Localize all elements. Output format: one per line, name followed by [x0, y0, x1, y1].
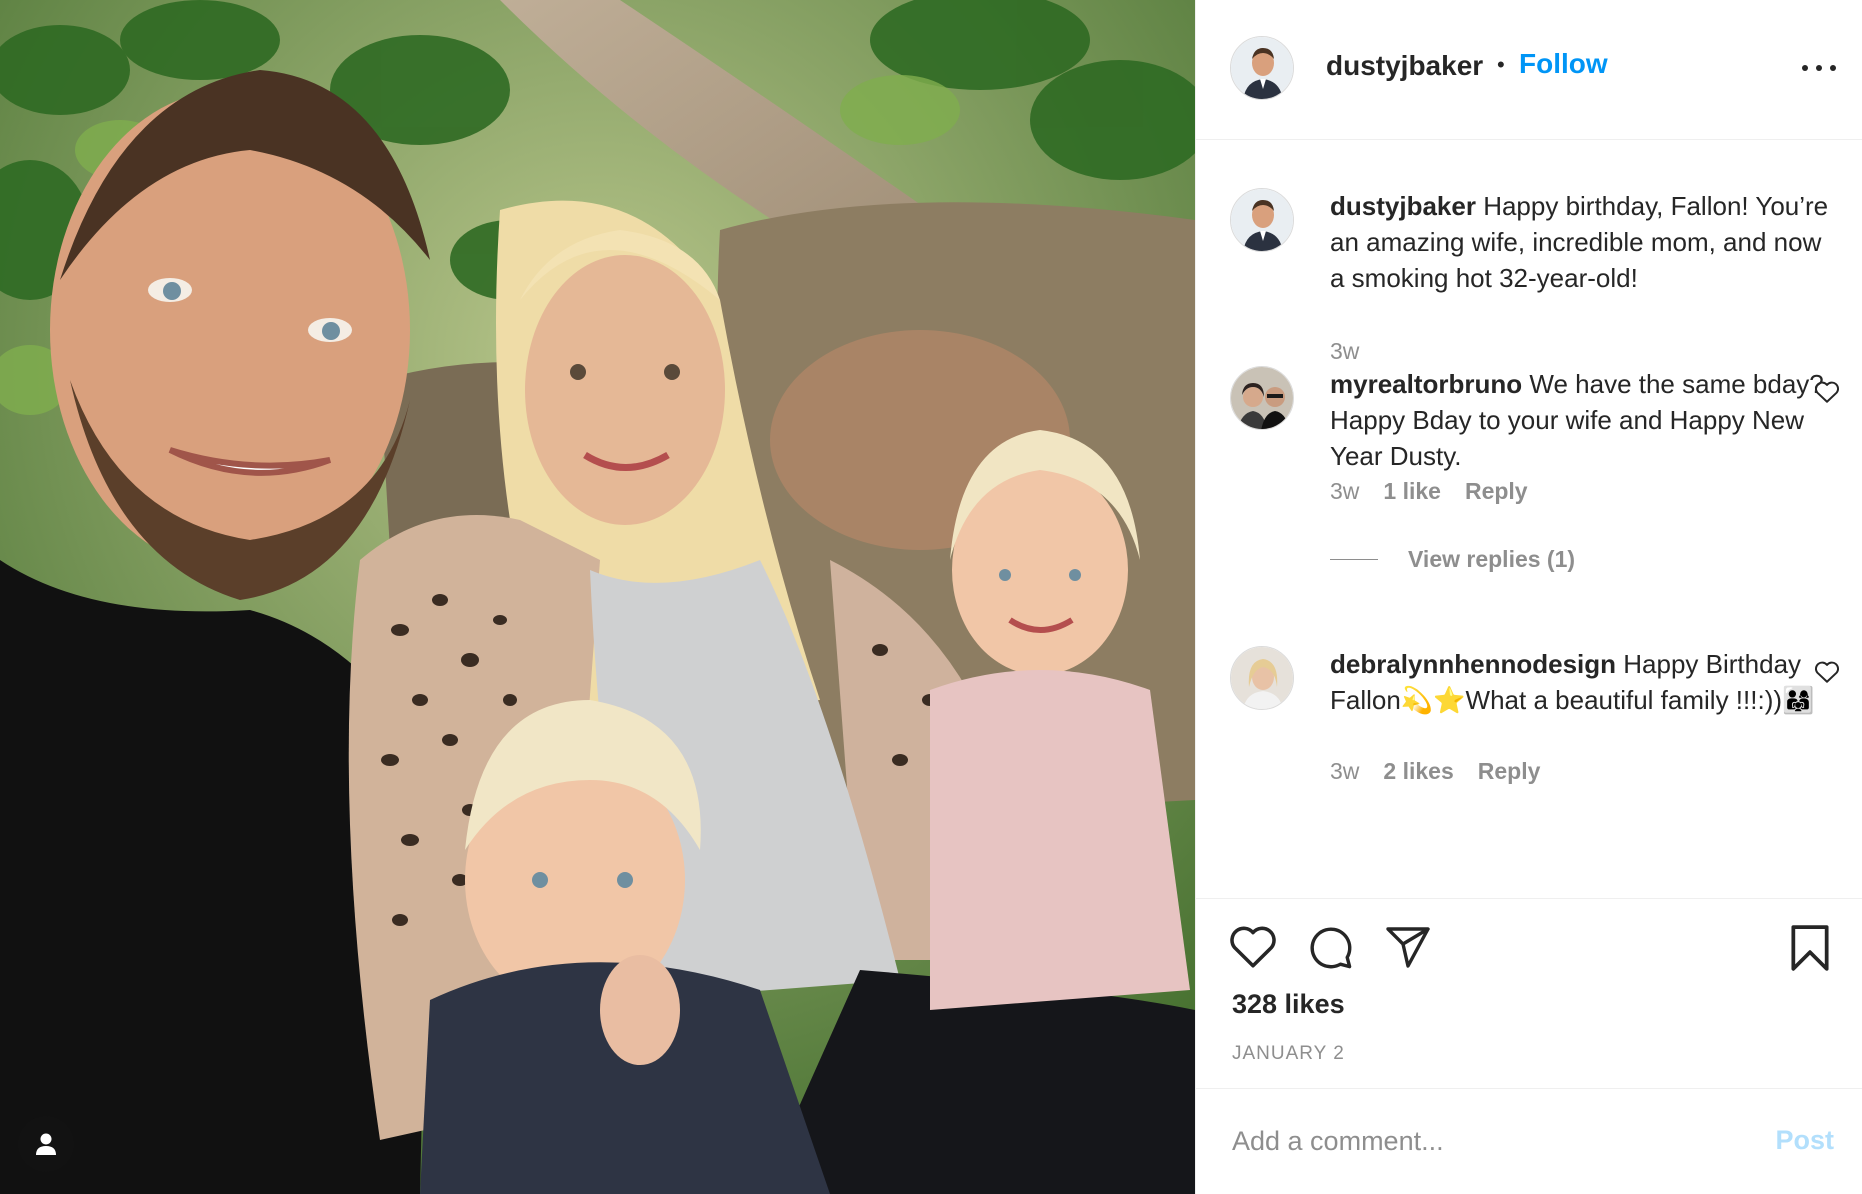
comment-input[interactable] [1232, 1117, 1752, 1165]
post-side-panel: dustyjbaker • Follow dustyjbaker Happy b… [1195, 0, 1862, 1194]
author-avatar[interactable] [1230, 36, 1294, 100]
post-header: dustyjbaker • Follow [1196, 0, 1862, 140]
comment-text-block: myrealtorbruno We have the same bday? Ha… [1330, 366, 1830, 474]
comment-username[interactable]: myrealtorbruno [1330, 369, 1522, 399]
caption-time[interactable]: 3w [1330, 338, 1359, 365]
more-options-icon[interactable] [1802, 60, 1836, 76]
comment-bubble-icon[interactable] [1306, 923, 1354, 971]
post-actions: 328 likes JANUARY 2 [1196, 898, 1862, 1088]
separator-dot: • [1497, 52, 1505, 77]
follow-button[interactable]: Follow [1519, 48, 1608, 80]
comment-meta: 3w 1 like Reply [1330, 478, 1528, 505]
comments-list[interactable]: dustyjbaker Happy birthday, Fallon! You’… [1196, 140, 1862, 898]
post-date[interactable]: JANUARY 2 [1232, 1043, 1345, 1065]
view-replies-button[interactable]: View replies (1) [1330, 546, 1575, 573]
reply-button[interactable]: Reply [1465, 478, 1528, 505]
caption-text-block: dustyjbaker Happy birthday, Fallon! You’… [1330, 188, 1830, 296]
comment-like-heart-icon[interactable] [1814, 660, 1840, 684]
comment-text-block: debralynnhennodesign Happy Birthday Fall… [1330, 646, 1830, 718]
comment-like-heart-icon[interactable] [1814, 380, 1840, 404]
caption-avatar[interactable] [1230, 188, 1294, 252]
commenter-avatar-image [1231, 647, 1293, 709]
reply-button[interactable]: Reply [1478, 758, 1541, 785]
caption-username[interactable]: dustyjbaker [1330, 191, 1476, 221]
author-avatar-image [1231, 37, 1293, 99]
caption-avatar-image [1231, 189, 1293, 251]
author-username[interactable]: dustyjbaker [1326, 50, 1483, 82]
comment-username[interactable]: debralynnhennodesign [1330, 649, 1616, 679]
add-comment-bar: Post [1196, 1088, 1862, 1194]
commenter-avatar-image [1231, 367, 1293, 429]
commenter-avatar[interactable] [1230, 366, 1294, 430]
user-tag-button[interactable] [18, 1116, 74, 1172]
save-bookmark-icon[interactable] [1788, 923, 1832, 973]
commenter-avatar[interactable] [1230, 646, 1294, 710]
post-comment-button[interactable]: Post [1775, 1125, 1834, 1156]
comment-time[interactable]: 3w [1330, 478, 1359, 505]
comment-time[interactable]: 3w [1330, 758, 1359, 785]
comment-meta: 3w 2 likes Reply [1330, 758, 1540, 785]
caption-meta: 3w [1330, 338, 1359, 365]
post-photo[interactable] [0, 0, 1195, 1194]
like-heart-icon[interactable] [1228, 923, 1278, 969]
replies-divider-line [1330, 559, 1378, 560]
comment-like-count[interactable]: 2 likes [1383, 758, 1453, 785]
user-tag-icon [36, 1133, 56, 1155]
share-paper-plane-icon[interactable] [1384, 923, 1432, 971]
view-replies-label: View replies (1) [1408, 546, 1576, 572]
family-photo-image [0, 0, 1195, 1194]
likes-count[interactable]: 328 likes [1232, 989, 1345, 1020]
comment-like-count[interactable]: 1 like [1383, 478, 1441, 505]
